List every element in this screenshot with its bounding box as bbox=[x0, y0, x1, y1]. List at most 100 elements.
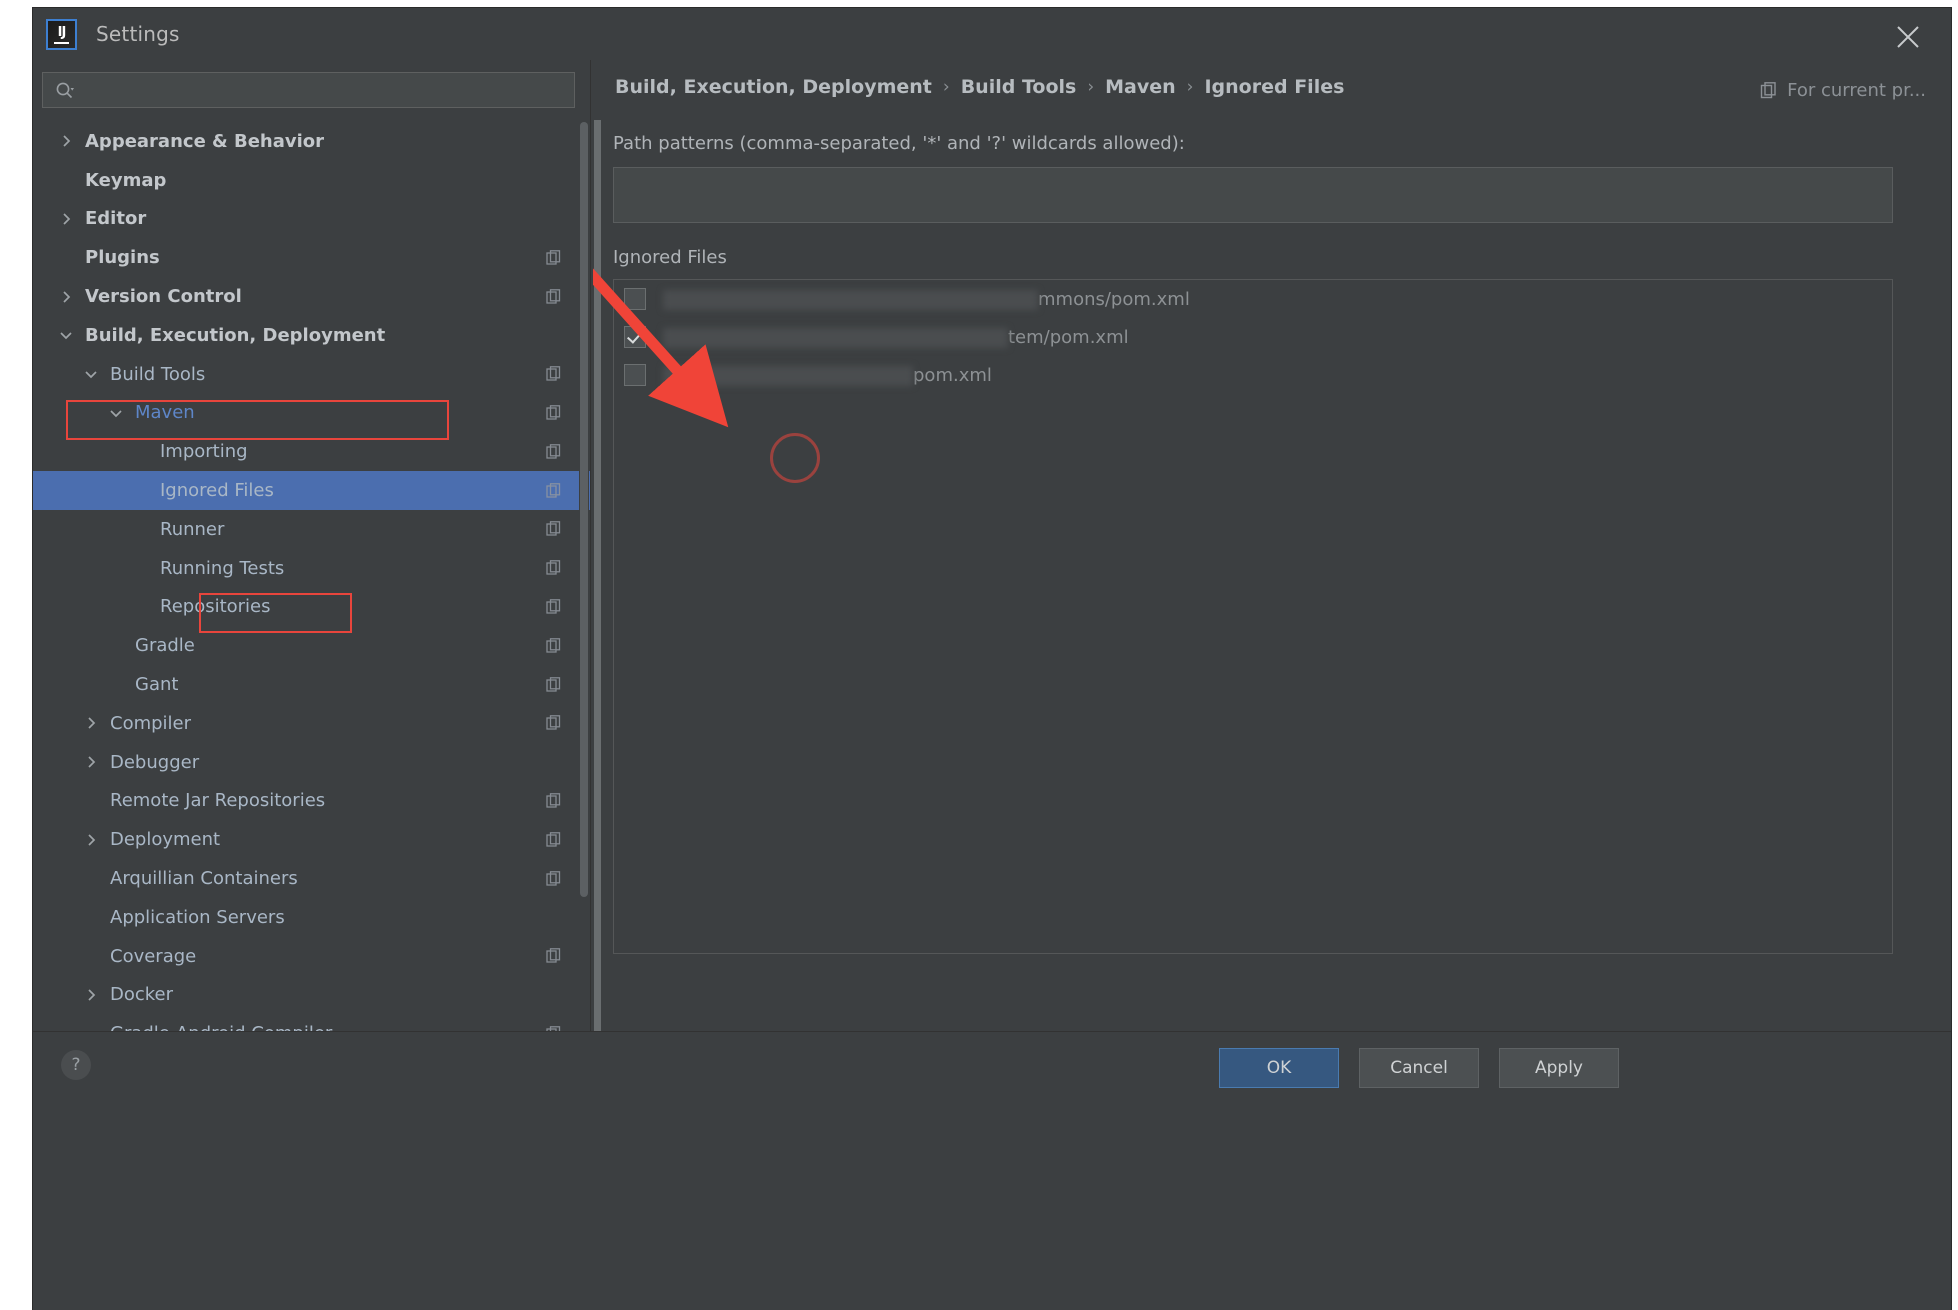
sidebar-item-build-execution-deployment[interactable]: Build, Execution, Deployment bbox=[33, 316, 590, 355]
sidebar-item-remote-jar-repositories[interactable]: Remote Jar Repositories bbox=[33, 782, 590, 821]
sidebar-item-label: Gant bbox=[135, 674, 178, 695]
chevron-right-icon[interactable] bbox=[59, 212, 73, 226]
sidebar-item-label: Editor bbox=[85, 208, 146, 229]
chevron-right-icon[interactable] bbox=[84, 755, 98, 769]
sidebar-item-build-tools[interactable]: Build Tools bbox=[33, 355, 590, 394]
ok-button[interactable]: OK bbox=[1219, 1048, 1339, 1088]
search-input[interactable] bbox=[82, 80, 526, 100]
ignored-file-checkbox[interactable] bbox=[624, 364, 646, 386]
ignored-file-row[interactable]: mmons/pom.xml bbox=[614, 280, 1892, 318]
ignored-file-path-visible: mmons/pom.xml bbox=[1038, 289, 1190, 310]
copy-settings-icon[interactable] bbox=[546, 405, 562, 421]
sidebar-item-label: Deployment bbox=[110, 829, 220, 850]
copy-settings-icon[interactable] bbox=[546, 521, 562, 537]
sidebar-item-importing[interactable]: Importing bbox=[33, 432, 590, 471]
sidebar-item-deployment[interactable]: Deployment bbox=[33, 820, 590, 859]
window-title: Settings bbox=[96, 22, 180, 46]
close-icon[interactable] bbox=[1891, 20, 1925, 54]
chevron-right-icon[interactable] bbox=[84, 988, 98, 1002]
sidebar-item-gradle-android-compiler[interactable]: Gradle-Android Compiler bbox=[33, 1014, 590, 1032]
copy-settings-icon[interactable] bbox=[546, 832, 562, 848]
sidebar-item-appearance-behavior[interactable]: Appearance & Behavior bbox=[33, 122, 590, 161]
help-button[interactable]: ? bbox=[61, 1050, 91, 1080]
path-patterns-input[interactable] bbox=[613, 167, 1893, 223]
settings-tree-pane: Appearance & Behavior Keymap Editor Plugins… bbox=[33, 60, 591, 1032]
breadcrumb: Build, Execution, Deployment›Build Tools… bbox=[615, 76, 1344, 98]
chevron-right-icon[interactable] bbox=[59, 134, 73, 148]
sidebar-item-runner[interactable]: Runner bbox=[33, 510, 590, 549]
sidebar-item-repositories[interactable]: Repositories bbox=[33, 588, 590, 627]
settings-window: IJ Settings Appearance & Behavior Keymap E… bbox=[33, 8, 1951, 1310]
sidebar-item-compiler[interactable]: Compiler bbox=[33, 704, 590, 743]
ignored-files-label: Ignored Files bbox=[613, 247, 727, 268]
ignored-file-row[interactable]: tem/pom.xml bbox=[614, 318, 1892, 356]
sidebar-item-ignored-files[interactable]: Ignored Files bbox=[33, 471, 590, 510]
chevron-down-icon[interactable] bbox=[59, 328, 73, 342]
chevron-down-icon[interactable] bbox=[109, 406, 123, 420]
sidebar-item-gradle[interactable]: Gradle bbox=[33, 626, 590, 665]
ignored-file-row[interactable]: pom.xml bbox=[614, 356, 1892, 394]
sidebar-item-label: Keymap bbox=[85, 170, 166, 191]
cancel-button[interactable]: Cancel bbox=[1359, 1048, 1479, 1088]
chevron-right-icon[interactable] bbox=[59, 290, 73, 304]
breadcrumb-part: Maven bbox=[1105, 76, 1176, 98]
sidebar-item-maven[interactable]: Maven bbox=[33, 394, 590, 433]
search-box[interactable] bbox=[42, 72, 575, 108]
ignored-file-checkbox[interactable] bbox=[624, 288, 646, 310]
copy-settings-icon[interactable] bbox=[546, 250, 562, 266]
sidebar-item-label: Importing bbox=[160, 441, 248, 462]
chevron-right-icon[interactable] bbox=[84, 716, 98, 730]
sidebar-item-editor[interactable]: Editor bbox=[33, 200, 590, 239]
copy-settings-icon[interactable] bbox=[546, 444, 562, 460]
copy-settings-icon[interactable] bbox=[546, 560, 562, 576]
breadcrumb-part: Ignored Files bbox=[1204, 76, 1344, 98]
dialog-footer: ? OK Cancel Apply bbox=[33, 1031, 1951, 1310]
settings-tree[interactable]: Appearance & Behavior Keymap Editor Plugins… bbox=[33, 122, 590, 1032]
sidebar-item-label: Build Tools bbox=[110, 364, 205, 385]
sidebar-scrollbar[interactable] bbox=[579, 122, 589, 897]
search-icon bbox=[55, 81, 74, 100]
ignored-files-list[interactable]: mmons/pom.xml tem/pom.xml pom.xml bbox=[613, 279, 1893, 954]
sidebar-item-running-tests[interactable]: Running Tests bbox=[33, 549, 590, 588]
copy-settings-icon[interactable] bbox=[546, 677, 562, 693]
chevron-right-icon[interactable] bbox=[84, 833, 98, 847]
sidebar-item-label: Remote Jar Repositories bbox=[110, 790, 325, 811]
copy-settings-icon[interactable] bbox=[546, 793, 562, 809]
chevron-down-icon[interactable] bbox=[84, 367, 98, 381]
sidebar-item-plugins[interactable]: Plugins bbox=[33, 238, 590, 277]
copy-settings-icon[interactable] bbox=[546, 366, 562, 382]
sidebar-item-label: Running Tests bbox=[160, 558, 284, 579]
sidebar-item-label: Compiler bbox=[110, 713, 191, 734]
sidebar-item-debugger[interactable]: Debugger bbox=[33, 743, 590, 782]
project-scope-icon bbox=[1760, 82, 1778, 100]
ignored-file-path: mmons/pom.xml bbox=[663, 289, 1190, 310]
sidebar-item-gant[interactable]: Gant bbox=[33, 665, 590, 704]
scope-selector[interactable]: For current pr... bbox=[1760, 80, 1926, 101]
sidebar-scrollbar-thumb[interactable] bbox=[580, 122, 588, 897]
copy-settings-icon[interactable] bbox=[546, 871, 562, 887]
copy-settings-icon[interactable] bbox=[546, 715, 562, 731]
copy-settings-icon[interactable] bbox=[546, 638, 562, 654]
sidebar-item-label: Appearance & Behavior bbox=[85, 131, 324, 152]
redacted-path-segment bbox=[663, 290, 1038, 310]
ignored-file-checkbox[interactable] bbox=[624, 326, 646, 348]
sidebar-item-docker[interactable]: Docker bbox=[33, 976, 590, 1015]
sidebar-item-coverage[interactable]: Coverage bbox=[33, 937, 590, 976]
apply-button[interactable]: Apply bbox=[1499, 1048, 1619, 1088]
copy-settings-icon[interactable] bbox=[546, 289, 562, 305]
redacted-path-segment bbox=[663, 328, 1008, 348]
pane-splitter[interactable] bbox=[594, 120, 601, 1060]
copy-settings-icon[interactable] bbox=[546, 483, 562, 499]
sidebar-item-application-servers[interactable]: Application Servers bbox=[33, 898, 590, 937]
copy-settings-icon[interactable] bbox=[546, 599, 562, 615]
breadcrumb-separator: › bbox=[1187, 77, 1194, 97]
sidebar-item-arquillian-containers[interactable]: Arquillian Containers bbox=[33, 859, 590, 898]
copy-settings-icon[interactable] bbox=[546, 948, 562, 964]
path-patterns-label: Path patterns (comma-separated, '*' and … bbox=[613, 133, 1185, 154]
sidebar-item-version-control[interactable]: Version Control bbox=[33, 277, 590, 316]
sidebar-item-label: Application Servers bbox=[110, 907, 285, 928]
logo-text: IJ bbox=[58, 26, 66, 39]
sidebar-item-keymap[interactable]: Keymap bbox=[33, 161, 590, 200]
ignored-file-path: tem/pom.xml bbox=[663, 327, 1129, 348]
ignored-file-path: pom.xml bbox=[663, 365, 992, 386]
